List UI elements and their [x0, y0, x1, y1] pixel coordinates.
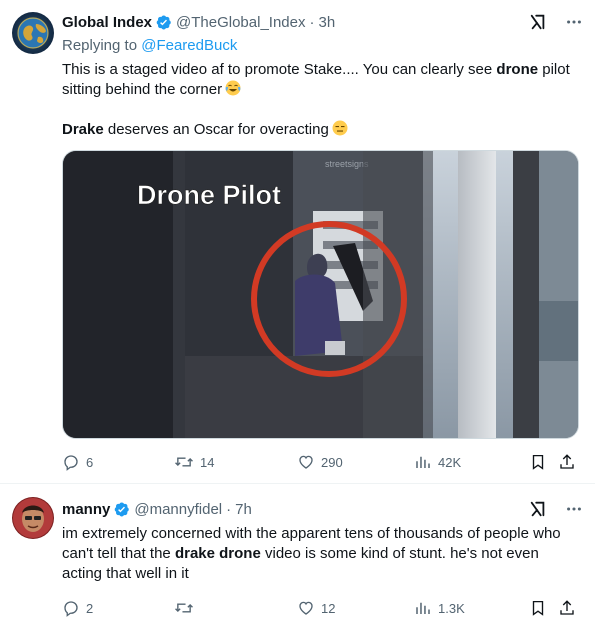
author-name[interactable]: Global Index — [62, 14, 152, 31]
like-button[interactable]: 12 — [297, 598, 335, 618]
share-icon — [558, 453, 576, 471]
repost-button[interactable]: 14 — [174, 452, 214, 472]
header-actions — [529, 13, 583, 31]
reply-mention-link[interactable]: @FearedBuck — [141, 37, 237, 54]
grok-icon[interactable] — [529, 500, 547, 518]
tweet-actions: 2 12 1.3K — [62, 598, 583, 618]
repost-button[interactable] — [174, 598, 200, 618]
bold-words: drake drone — [174, 545, 261, 562]
expressionless-emoji-icon — [332, 120, 348, 136]
tweet-actions: 6 14 290 42K — [62, 452, 583, 472]
repost-icon — [174, 453, 194, 471]
tweet-time[interactable]: 3h — [319, 14, 336, 31]
bookmark-button[interactable] — [529, 598, 547, 618]
author-name[interactable]: manny — [62, 501, 110, 518]
more-icon[interactable] — [565, 500, 583, 518]
views-count: 1.3K — [438, 600, 465, 616]
media-overlay-text: Drone Pilot — [137, 180, 281, 210]
reply-prefix: Replying to — [62, 37, 138, 54]
bold-word: drone — [496, 61, 539, 78]
author-handle[interactable]: @mannyfidel — [134, 501, 222, 518]
like-count: 290 — [321, 454, 343, 470]
views-count: 42K — [438, 454, 462, 470]
reply-button[interactable]: 2 — [62, 598, 93, 618]
tweet-video-media[interactable]: streetsigns Drone Pilot — [62, 150, 579, 439]
replying-to: Replying to @FearedBuck — [62, 37, 237, 54]
reply-count: 6 — [86, 454, 94, 470]
tweet-paragraph-1: This is a staged video af to promote Sta… — [62, 60, 581, 100]
reply-icon — [62, 599, 80, 617]
tweet-text: This is a staged video af to promote Sta… — [62, 60, 581, 140]
tweet-global-index[interactable]: Global Index @TheGlobal_Index · 3h Reply… — [0, 0, 595, 484]
tweet-manny[interactable]: manny @mannyfidel · 7h im extremely conc… — [0, 484, 595, 623]
repost-count: 14 — [200, 454, 215, 470]
reply-count: 2 — [86, 600, 94, 616]
like-icon — [297, 453, 315, 471]
like-count: 12 — [321, 600, 336, 616]
views-button[interactable]: 1.3K — [414, 598, 465, 618]
like-icon — [297, 599, 315, 617]
reply-button[interactable]: 6 — [62, 452, 93, 472]
author-handle[interactable]: @TheGlobal_Index — [176, 14, 305, 31]
laughing-crying-emoji-icon — [225, 80, 241, 96]
bookmark-button[interactable] — [529, 452, 547, 472]
avatar-global-index[interactable] — [12, 12, 54, 54]
verified-badge-icon — [155, 14, 172, 31]
tweet-header: manny @mannyfidel · 7h — [62, 499, 583, 519]
share-icon — [558, 599, 576, 617]
more-icon[interactable] — [565, 13, 583, 31]
views-button[interactable]: 42K — [414, 452, 461, 472]
share-button[interactable] — [558, 452, 576, 472]
repost-icon — [174, 599, 194, 617]
tweet-text: im extremely concerned with the apparent… — [62, 524, 581, 584]
like-button[interactable]: 290 — [297, 452, 343, 472]
media-sign-text: streetsigns — [325, 159, 369, 169]
bold-word: Drake — [62, 121, 104, 138]
bookmark-icon — [529, 453, 547, 471]
bookmark-icon — [529, 599, 547, 617]
separator-dot: · — [226, 500, 232, 518]
tweet-header: Global Index @TheGlobal_Index · 3h — [62, 12, 583, 32]
verified-badge-icon — [113, 501, 130, 518]
views-icon — [414, 453, 432, 471]
avatar-manny[interactable] — [12, 497, 54, 539]
views-icon — [414, 599, 432, 617]
text-span: deserves an Oscar for overacting — [103, 121, 329, 138]
grok-icon[interactable] — [529, 13, 547, 31]
header-actions — [529, 500, 583, 518]
text-span: This is a staged video af to promote Sta… — [62, 61, 497, 78]
reply-icon — [62, 453, 80, 471]
separator-dot: · — [309, 13, 315, 31]
tweet-time[interactable]: 7h — [235, 501, 252, 518]
share-button[interactable] — [558, 598, 576, 618]
tweet-paragraph-2: Drake deserves an Oscar for overacting — [62, 120, 581, 140]
